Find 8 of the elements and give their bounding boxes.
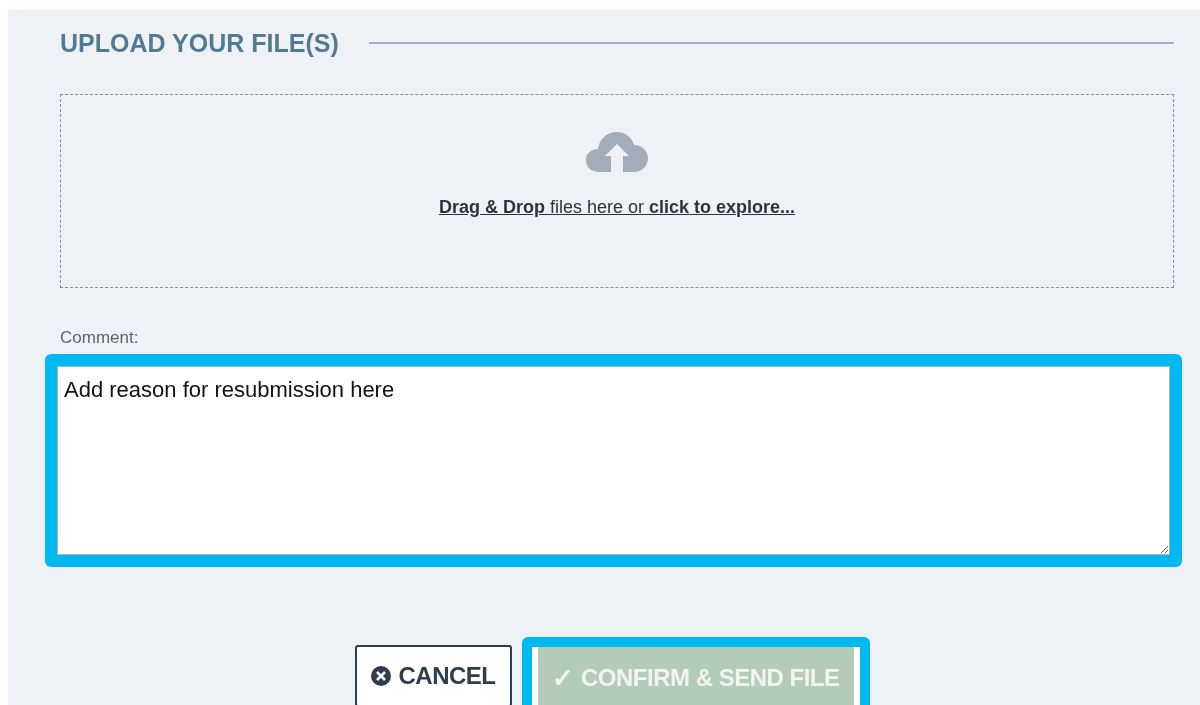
comment-field[interactable]: Add reason for resubmission here bbox=[57, 366, 1170, 555]
close-icon bbox=[370, 666, 391, 686]
cancel-button[interactable]: CANCEL bbox=[354, 645, 512, 705]
section-title: UPLOAD YOUR FILE(S) bbox=[60, 28, 339, 58]
cloud-upload-icon bbox=[585, 129, 649, 173]
dropzone[interactable]: Drag & Drop files here or click to explore... bbox=[60, 94, 1174, 288]
drop-instruction-link[interactable]: Drag & Drop files here or click to explore... bbox=[438, 197, 796, 218]
comment-label: Comment: bbox=[60, 328, 139, 348]
